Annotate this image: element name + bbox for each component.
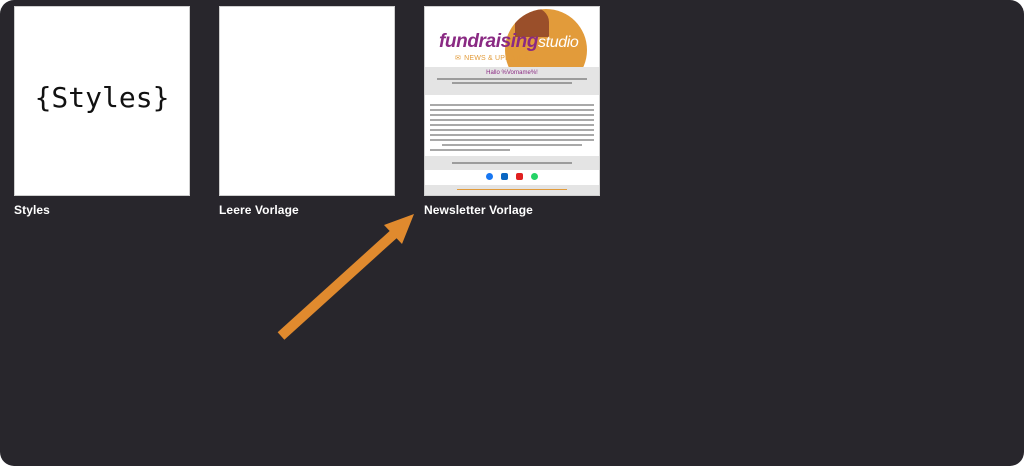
youtube-icon (516, 173, 523, 180)
template-thumbnail-styles[interactable]: {Styles} (14, 6, 190, 196)
envelope-icon: ✉ (455, 55, 462, 62)
linkedin-icon (501, 173, 508, 180)
newsletter-body-text (425, 101, 599, 155)
facebook-icon (486, 173, 493, 180)
newsletter-logo: fundraisingstudio (439, 31, 579, 53)
newsletter-contact-line (425, 156, 599, 170)
template-label-empty: Leere Vorlage (219, 203, 299, 217)
whatsapp-icon (531, 173, 538, 180)
newsletter-footer (425, 185, 599, 195)
newsletter-subtitle: ✉ NEWS & UPDATES (455, 55, 529, 62)
newsletter-social-icons (425, 173, 599, 180)
template-card-styles[interactable]: {Styles} Styles (14, 6, 190, 217)
newsletter-logo-accent: studio (538, 34, 579, 51)
newsletter-greeting-block: Hallo %Vorname%! (425, 67, 599, 95)
template-label-styles: Styles (14, 203, 50, 217)
template-label-newsletter: Newsletter Vorlage (424, 203, 533, 217)
template-thumbnail-empty[interactable] (219, 6, 395, 196)
arrow-shaft (277, 228, 400, 340)
template-card-newsletter[interactable]: fundraisingstudio ✉ NEWS & UPDATES Hallo … (424, 6, 600, 217)
arrow-head (384, 214, 414, 244)
newsletter-logo-main: fundraising (439, 31, 539, 52)
template-card-empty[interactable]: Leere Vorlage (219, 6, 395, 217)
newsletter-greeting: Hallo %Vorname%! (486, 70, 538, 76)
styles-preview-text: {Styles} (34, 81, 170, 114)
template-thumbnail-newsletter[interactable]: fundraisingstudio ✉ NEWS & UPDATES Hallo … (424, 6, 600, 196)
newsletter-header: fundraisingstudio ✉ NEWS & UPDATES (425, 7, 599, 91)
template-gallery: {Styles} Styles Leere Vorlage fundraisin… (0, 0, 1024, 466)
